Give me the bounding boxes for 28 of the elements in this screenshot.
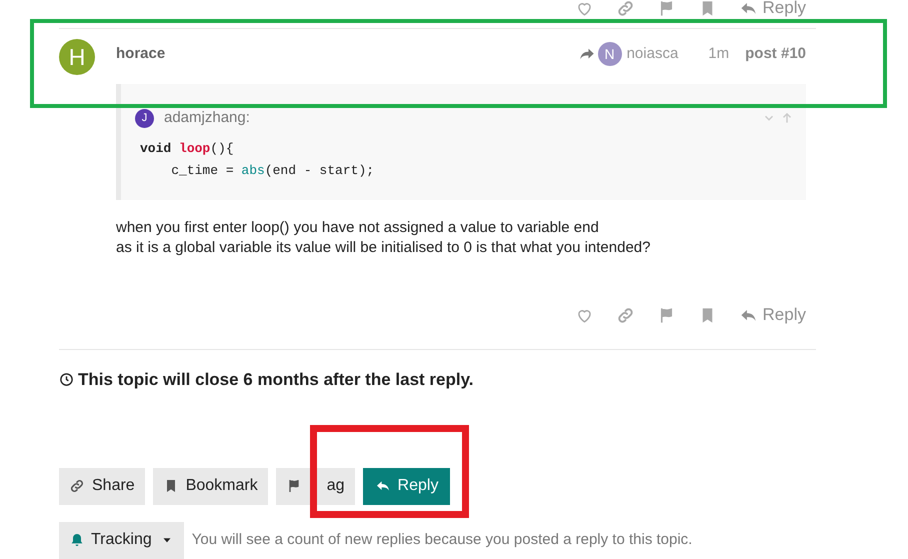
post-text: as it is a global variable its value will be initialised to 0 is that what you intended? — [116, 238, 652, 258]
link-button[interactable] — [616, 0, 635, 18]
clock-icon — [59, 372, 74, 388]
post-number[interactable]: post #10 — [745, 42, 806, 66]
notification-dropdown[interactable]: Tracking — [59, 522, 184, 558]
post-text: when you first enter loop() you have not assigned a value to variable end — [116, 218, 600, 238]
bookmark-button[interactable]: Bookmark — [152, 468, 268, 504]
flag-button[interactable]: ag — [276, 468, 355, 504]
username[interactable]: horace — [116, 42, 166, 66]
avatar[interactable]: J — [135, 108, 154, 128]
code-snippet: void loop(){ c_time = abs(end - start); — [140, 140, 376, 180]
link-icon — [69, 478, 85, 494]
reply-button[interactable]: Reply — [738, 0, 806, 21]
quote-author: adamjzhang: — [164, 108, 250, 128]
link-icon — [616, 0, 635, 18]
reply-button[interactable]: Reply — [738, 302, 806, 328]
share-button[interactable]: Share — [59, 468, 145, 504]
notification-description: You will see a count of new replies because you posted a reply to this topic. — [192, 530, 692, 550]
arrow-up-icon — [780, 111, 794, 125]
link-button[interactable] — [616, 306, 635, 324]
closing-notice: This topic will close 6 months after the last reply. — [78, 369, 474, 391]
post-age[interactable]: 1m — [708, 42, 730, 66]
avatar[interactable]: H — [59, 39, 95, 75]
avatar[interactable]: N — [598, 42, 622, 66]
link-icon — [616, 306, 635, 324]
reply-button[interactable]: Reply — [362, 468, 450, 504]
reply-to-username[interactable]: noiasca — [626, 42, 678, 66]
bell-icon — [69, 532, 85, 548]
